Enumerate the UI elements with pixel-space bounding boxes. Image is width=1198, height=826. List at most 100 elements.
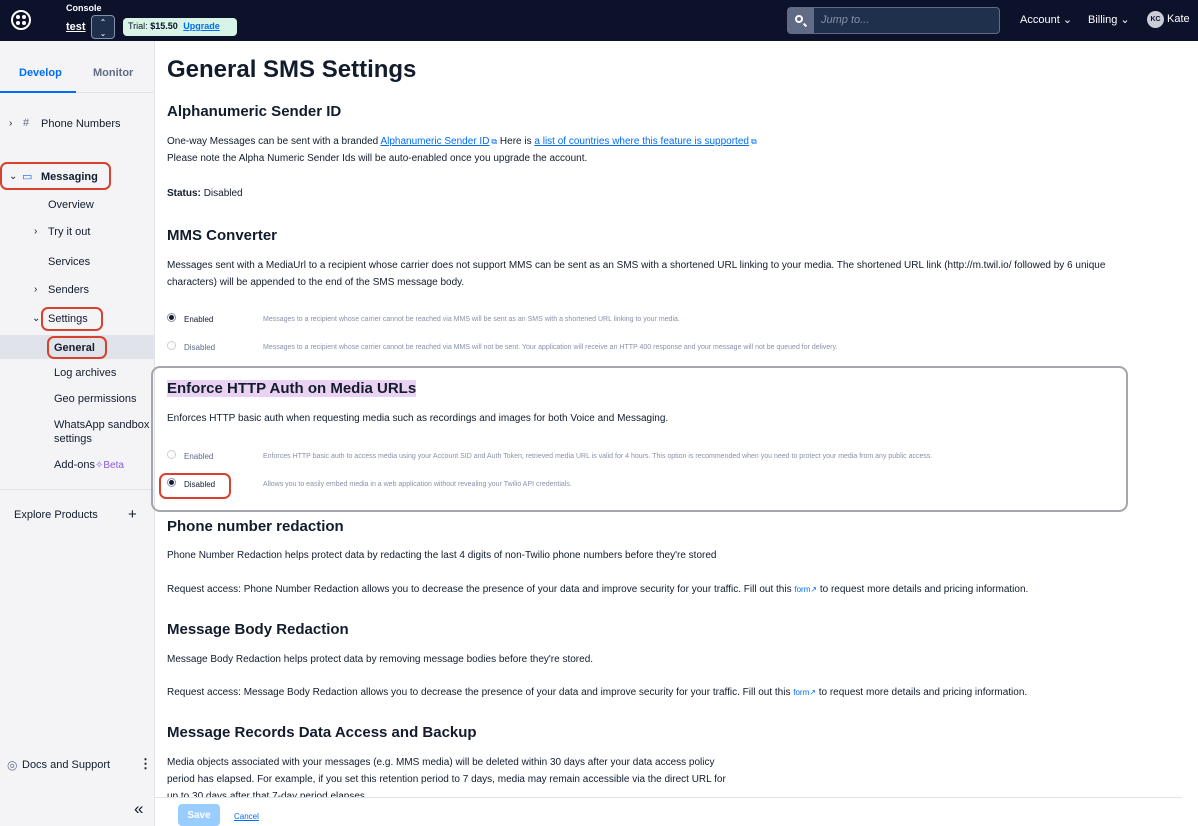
billing-label: Billing	[1088, 14, 1118, 26]
explore-products-link[interactable]: Explore Products	[14, 509, 98, 521]
http-auth-enabled-radio[interactable]	[167, 450, 176, 459]
chevron-down-icon: ⌄	[1120, 14, 1130, 26]
status-label: Status:	[167, 188, 201, 199]
http-auth-disabled-label[interactable]: Disabled	[184, 480, 215, 489]
sidebar-item-try-it-out[interactable]: Try it out	[48, 226, 90, 238]
body-redaction-request-end: to request more details and pricing info…	[818, 687, 1028, 698]
sidebar-item-whatsapp-sandbox-line2[interactable]: settings	[54, 433, 92, 445]
addons-label: Add-ons	[54, 459, 95, 471]
sidebar-divider	[0, 489, 155, 490]
http-auth-enabled-description: Enforces HTTP basic auth to access media…	[263, 453, 933, 460]
phone-redaction-request-end: to request more details and pricing info…	[819, 584, 1029, 595]
project-name[interactable]: test	[66, 21, 86, 33]
records-heading: Message Records Data Access and Backup	[167, 724, 477, 741]
jump-to-search-input[interactable]: Jump to...	[814, 7, 1000, 34]
sidebar-item-settings[interactable]: Settings	[48, 313, 88, 325]
body-redaction-request-text: Request access: Message Body Redaction a…	[167, 687, 791, 698]
body-redaction-description: Message Body Redaction helps protect dat…	[167, 654, 594, 665]
page-title: General SMS Settings	[167, 56, 417, 83]
http-auth-heading: Enforce HTTP Auth on Media URLs	[167, 380, 417, 397]
alpha-auto-enable-note: Please note the Alpha Numeric Sender Ids…	[167, 153, 588, 164]
docs-and-support-link[interactable]: Docs and Support	[22, 759, 110, 771]
arrow-up-right-icon: ↗	[810, 585, 818, 594]
chevron-right-icon[interactable]: ›	[34, 226, 37, 237]
sidebar-item-senders[interactable]: Senders	[48, 284, 89, 296]
alpha-status: Status: Disabled	[167, 188, 243, 199]
mms-enabled-radio[interactable]	[167, 313, 176, 322]
alpha-text-b: Here is	[499, 136, 532, 147]
mms-disabled-label[interactable]: Disabled	[184, 343, 215, 352]
sidebar: Develop Monitor › # Phone Numbers ⌄ ▭ Me…	[0, 41, 155, 826]
tab-develop[interactable]: Develop	[19, 67, 62, 79]
body-redaction-form-link[interactable]: form	[793, 688, 809, 697]
sidebar-item-geo-permissions[interactable]: Geo permissions	[54, 393, 137, 405]
http-auth-disabled-description: Allows you to easily embed media in a we…	[263, 481, 572, 488]
alpha-text-a: One-way Messages can be sent with a bran…	[167, 136, 379, 147]
active-tab-indicator	[0, 91, 76, 93]
body-redaction-request: Request access: Message Body Redaction a…	[167, 687, 1027, 698]
mms-enabled-description: Messages to a recipient whose carrier ca…	[263, 316, 680, 323]
alpha-sender-description: One-way Messages can be sent with a bran…	[167, 136, 757, 147]
external-link-icon: ⧉	[491, 137, 498, 146]
mms-enabled-label[interactable]: Enabled	[184, 315, 213, 324]
hash-icon: #	[23, 117, 30, 129]
phone-redaction-heading: Phone number redaction	[167, 518, 344, 535]
http-auth-disabled-radio[interactable]	[167, 478, 176, 487]
chevron-down-icon: ⌄	[1062, 14, 1073, 26]
console-label: Console	[66, 3, 102, 13]
twilio-logo-icon[interactable]	[11, 10, 31, 30]
tab-monitor[interactable]: Monitor	[93, 67, 133, 79]
upgrade-link[interactable]: Upgrade	[183, 21, 220, 31]
mms-disabled-radio[interactable]	[167, 341, 176, 350]
support-icon: ◎	[7, 758, 18, 772]
trial-badge: Trial: $15.50 Upgrade	[123, 18, 237, 36]
external-link-icon: ⧉	[750, 137, 757, 146]
action-footer: Save Cancel	[155, 797, 1182, 826]
status-value: Disabled	[203, 188, 243, 199]
plus-icon[interactable]: +	[128, 506, 137, 523]
collapse-sidebar-icon[interactable]: «	[134, 799, 143, 819]
sidebar-item-log-archives[interactable]: Log archives	[54, 367, 116, 379]
user-menu[interactable]: Kate	[1167, 13, 1190, 25]
sidebar-item-addons[interactable]: Add-ons✧Beta	[54, 459, 124, 471]
mms-description-line2: characters) will be appended to the end …	[167, 277, 465, 288]
save-button[interactable]: Save	[178, 804, 220, 826]
sidebar-item-phone-numbers[interactable]: Phone Numbers	[41, 118, 121, 130]
chevron-down-icon[interactable]: ⌄	[9, 171, 17, 182]
chevron-right-icon[interactable]: ›	[34, 284, 37, 295]
records-description-line2: period has elapsed. For example, if you …	[167, 774, 726, 785]
sidebar-item-general[interactable]: General	[54, 342, 95, 354]
main-content: General SMS Settings Alphanumeric Sender…	[151, 41, 1198, 826]
cancel-link[interactable]: Cancel	[234, 812, 259, 821]
phone-redaction-description: Phone Number Redaction helps protect dat…	[167, 550, 717, 561]
chevron-right-icon[interactable]: ›	[9, 118, 12, 129]
alpha-sender-id-link[interactable]: Alphanumeric Sender ID	[380, 136, 489, 147]
sidebar-item-whatsapp-sandbox[interactable]: WhatsApp sandbox	[54, 419, 149, 431]
project-switcher-icon[interactable]: ⌃ ⌄	[91, 15, 115, 39]
search-icon[interactable]	[787, 7, 814, 34]
avatar[interactable]: KC	[1147, 11, 1164, 28]
sidebar-item-services[interactable]: Services	[48, 256, 90, 268]
more-options-icon[interactable]: ⋮	[139, 756, 152, 772]
billing-menu[interactable]: Billing ⌄	[1088, 13, 1130, 26]
mms-disabled-description: Messages to a recipient whose carrier ca…	[263, 344, 838, 351]
body-redaction-heading: Message Body Redaction	[167, 621, 349, 638]
trial-label: Trial:	[128, 21, 148, 31]
countries-list-link[interactable]: a list of countries where this feature i…	[534, 136, 749, 147]
chevron-down-icon[interactable]: ⌄	[32, 313, 40, 324]
message-icon: ▭	[22, 171, 33, 183]
sidebar-item-messaging[interactable]: Messaging	[41, 171, 98, 183]
alpha-sender-heading: Alphanumeric Sender ID	[167, 103, 342, 120]
mms-description-line1: Messages sent with a MediaUrl to a recip…	[167, 260, 1106, 271]
account-label: Account	[1020, 14, 1060, 26]
account-menu[interactable]: Account ⌄	[1020, 13, 1072, 26]
trial-balance: $15.50	[150, 21, 178, 31]
tab-divider	[0, 91, 155, 93]
phone-redaction-form-link[interactable]: form	[794, 585, 810, 594]
phone-redaction-request-text: Request access: Phone Number Redaction a…	[167, 584, 792, 595]
sidebar-item-overview[interactable]: Overview	[48, 199, 94, 211]
http-auth-enabled-label[interactable]: Enabled	[184, 452, 213, 461]
http-auth-description: Enforces HTTP basic auth when requesting…	[167, 413, 669, 424]
arrow-up-right-icon: ↗	[809, 688, 816, 697]
records-description-line1: Media objects associated with your messa…	[167, 757, 715, 768]
